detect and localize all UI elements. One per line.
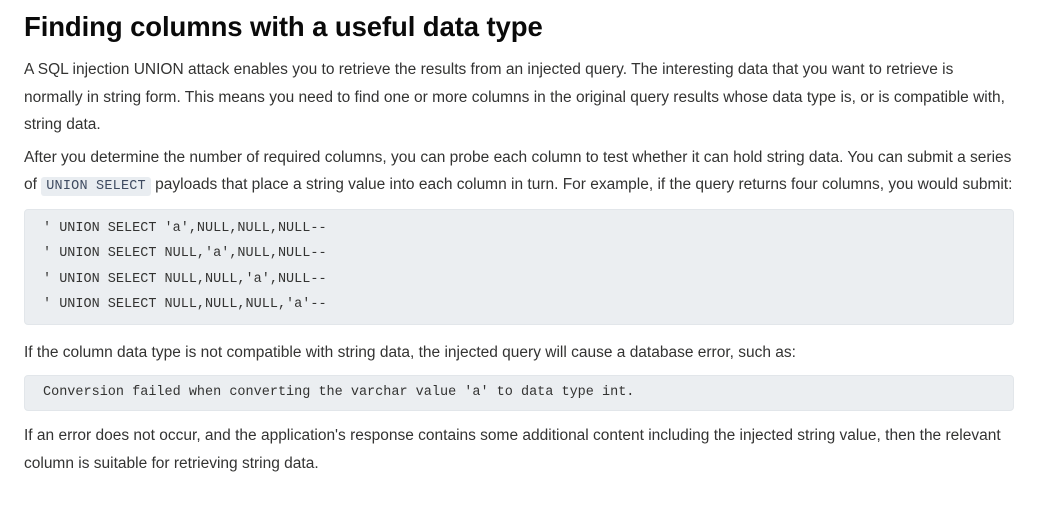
conclusion-paragraph: If an error does not occur, and the appl… [24, 427, 1001, 472]
payload-line: ' UNION SELECT NULL,NULL,'a',NULL-- [43, 271, 327, 287]
inline-code-union-select: UNION SELECT [41, 177, 151, 196]
payload-line: ' UNION SELECT NULL,'a',NULL,NULL-- [43, 246, 327, 261]
payload-line: ' UNION SELECT NULL,NULL,NULL,'a'-- [43, 297, 327, 312]
probe-paragraph-text-end: payloads that place a string value into … [150, 176, 1013, 193]
error-code-block: Conversion failed when converting the va… [24, 375, 1014, 411]
payload-line: ' UNION SELECT 'a',NULL,NULL,NULL-- [43, 220, 327, 236]
error-intro-paragraph: If the column data type is not compatibl… [24, 343, 796, 361]
payloads-code-block: ' UNION SELECT 'a',NULL,NULL,NULL-- ' UNI… [24, 208, 1014, 325]
intro-paragraph: A SQL injection UNION attack enables you… [24, 61, 1005, 133]
section-heading: Finding columns with a useful data type [24, 11, 543, 42]
article-section: Finding columns with a useful data type … [0, 0, 1047, 477]
probe-paragraph: After you determine the number of requir… [24, 144, 1014, 201]
error-message-line: Conversion failed when converting the va… [43, 385, 635, 400]
